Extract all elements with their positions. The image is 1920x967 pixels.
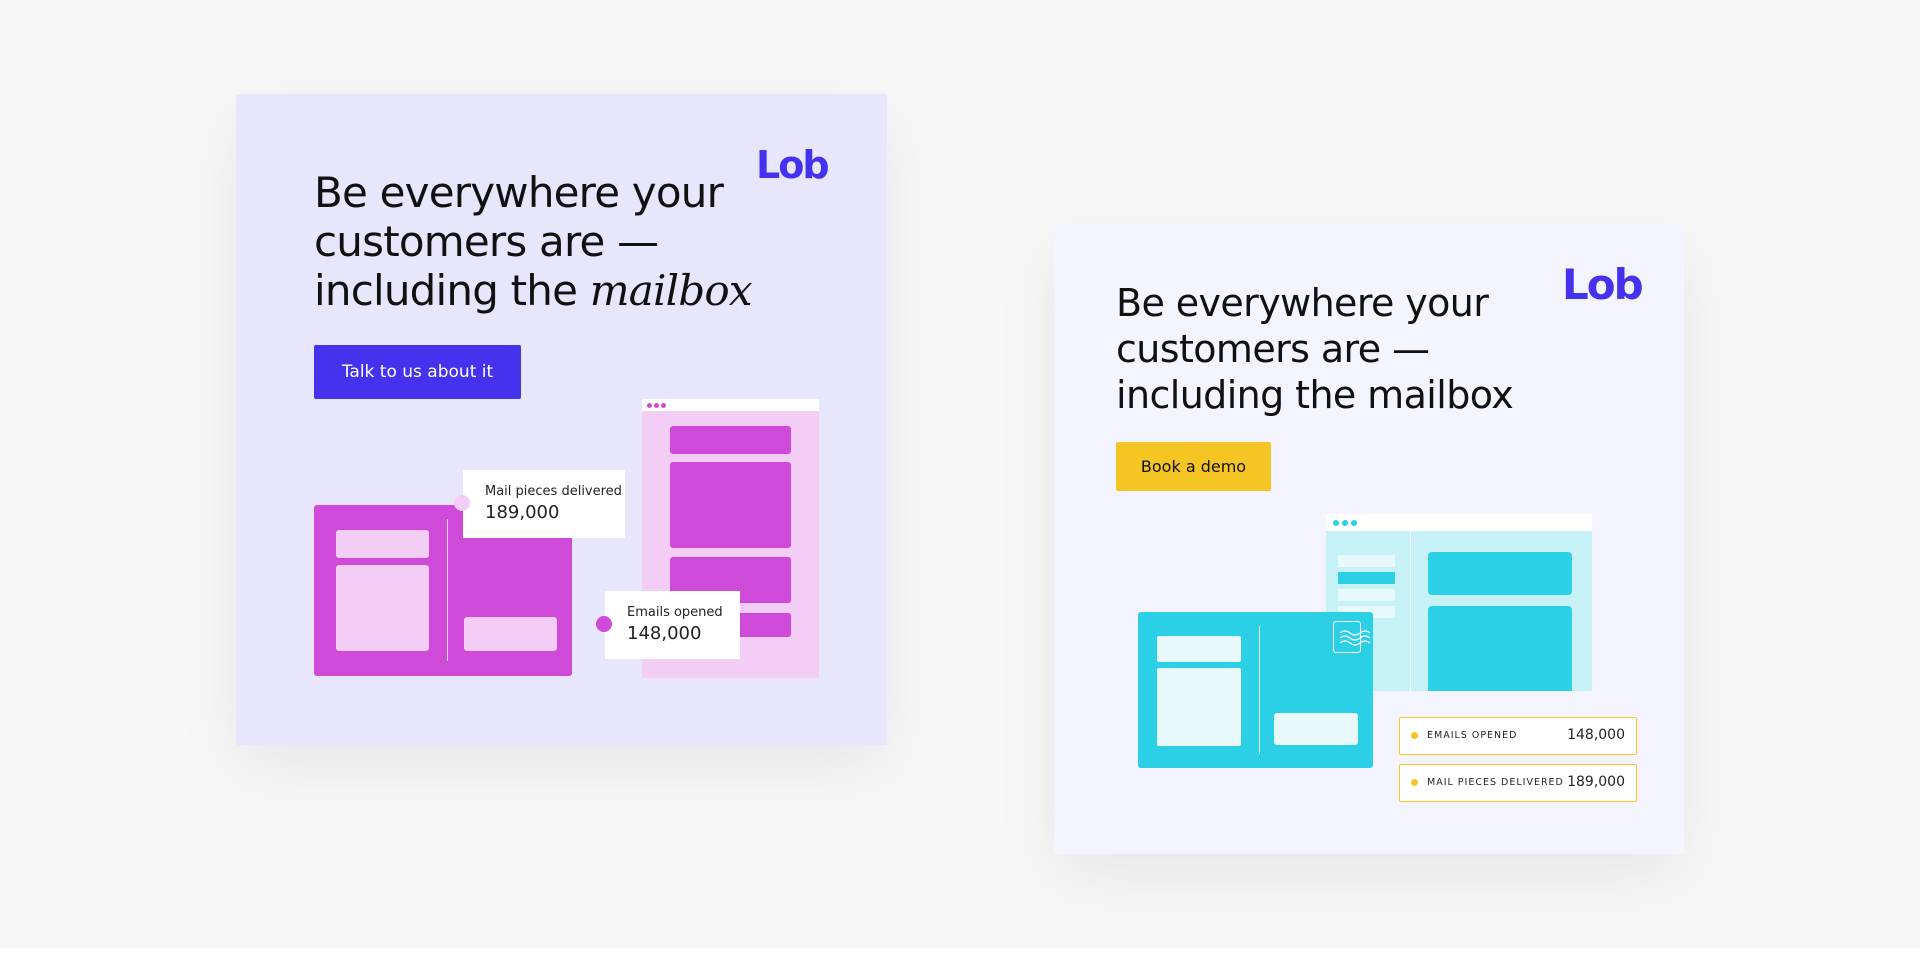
mailer-block (336, 565, 429, 651)
browser-block (1428, 606, 1572, 691)
stat-value: 148,000 (627, 623, 702, 644)
stat-label: MAIL PIECES DELIVERED (1427, 777, 1564, 788)
mailer-fold-line (447, 519, 448, 661)
mailer-block (1274, 713, 1358, 745)
stat-card-emails-opened: Emails opened 148,000 (596, 591, 740, 659)
canvas-background: Lob Be everywhere your customers are — i… (0, 0, 1920, 948)
window-dot-icon (1333, 520, 1339, 526)
window-dot-icon (647, 403, 652, 408)
stat-label: Emails opened (627, 605, 723, 620)
headline-line-2: customers are — (314, 217, 659, 266)
headline-line-2: customers are — (1116, 327, 1430, 371)
browser-bar (642, 399, 819, 411)
browser-block (1428, 552, 1572, 595)
stat-label: Mail pieces delivered (485, 484, 622, 499)
headline-line-3: including the mailbox (1116, 373, 1514, 417)
stat-pill-emails-opened: EMAILS OPENED 148,000 (1399, 717, 1637, 755)
mailer-illustration (1138, 612, 1373, 768)
browser-block (670, 426, 791, 454)
postage-stamp-icon (1333, 621, 1371, 653)
postmark-waves-icon (1339, 630, 1371, 646)
browser-bar (1326, 514, 1592, 531)
ad-card-purple: Lob Be everywhere your customers are — i… (236, 94, 887, 745)
headline-line-1: Be everywhere your (314, 168, 724, 217)
stat-marker-dot (1411, 779, 1418, 786)
stat-label: EMAILS OPENED (1427, 730, 1518, 741)
browser-nav-item-active (1338, 572, 1395, 584)
stat-value: 148,000 (1567, 727, 1625, 743)
stat-pill-mail-pieces: MAIL PIECES DELIVERED 189,000 (1399, 764, 1637, 802)
browser-block (670, 462, 791, 548)
book-a-demo-button[interactable]: Book a demo (1116, 442, 1271, 491)
mailer-block (336, 530, 429, 558)
ad-card-light: Lob Be everywhere your customers are — i… (1054, 224, 1684, 854)
stat-marker-dot (596, 616, 612, 632)
browser-nav-item (1338, 555, 1395, 567)
stat-marker-dot (454, 495, 470, 511)
browser-nav-item (1338, 589, 1395, 601)
stat-marker-dot (1411, 732, 1418, 739)
mailer-block (1157, 636, 1241, 662)
stat-card-mail-pieces: Mail pieces delivered 189,000 (454, 470, 625, 538)
window-dot-icon (661, 403, 666, 408)
card-headline: Be everywhere your customers are — inclu… (314, 168, 784, 315)
browser-divider (1410, 531, 1411, 691)
mailer-block (464, 617, 557, 651)
window-dot-icon (1342, 520, 1348, 526)
stat-value: 189,000 (485, 502, 560, 523)
headline-emphasis: mailbox (589, 266, 753, 315)
headline-line-3: including the (314, 266, 590, 315)
headline-line-1: Be everywhere your (1116, 281, 1489, 325)
card-headline: Be everywhere your customers are — inclu… (1116, 280, 1556, 418)
stat-value: 189,000 (1567, 774, 1625, 790)
talk-to-us-button[interactable]: Talk to us about it (314, 345, 521, 399)
mailer-fold-line (1259, 626, 1260, 754)
window-dot-icon (654, 403, 659, 408)
window-dot-icon (1351, 520, 1357, 526)
lob-logo[interactable]: Lob (1562, 264, 1644, 306)
mailer-block (1157, 668, 1241, 746)
